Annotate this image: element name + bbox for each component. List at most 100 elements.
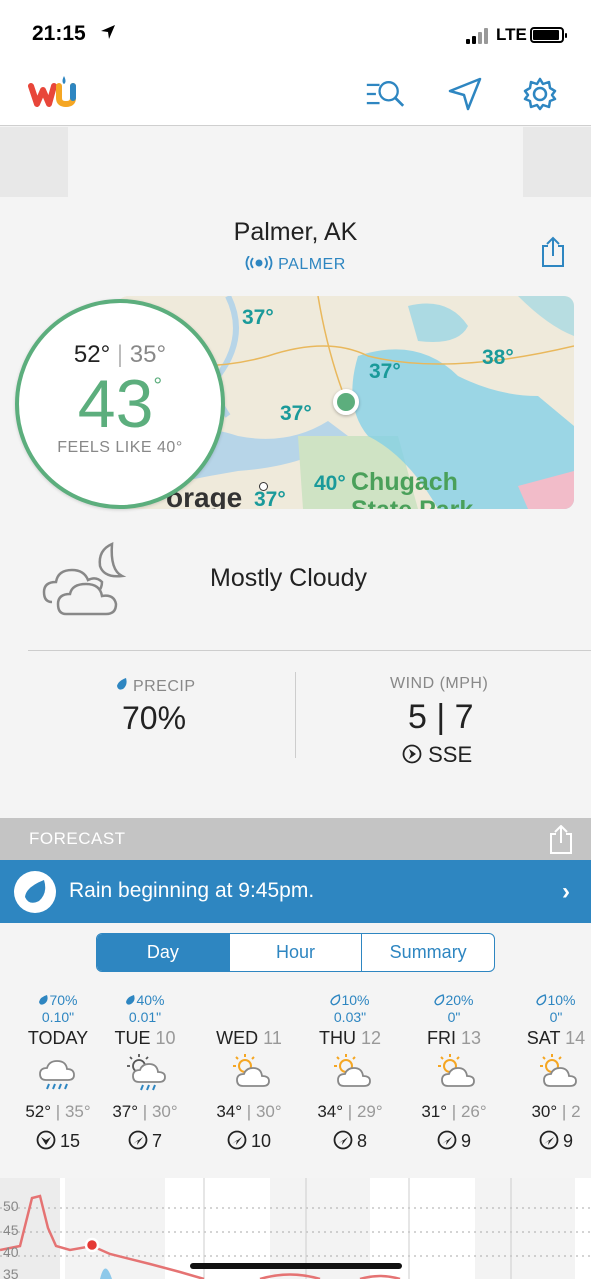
day-forecast-sat[interactable]: 10% 0" SAT 14 30° | 2 9 (506, 992, 591, 1156)
day-forecast-fri[interactable]: 20% 0" FRI 13 31° | 26° 9 (404, 992, 504, 1156)
graph-axis-label: 40 (3, 1244, 19, 1260)
day-high-low: 34° | 30° (216, 1102, 282, 1121)
precip-drop-icon (39, 995, 49, 1005)
graph-axis-label: 35 (3, 1266, 19, 1279)
day-name: FRI 13 (426, 1028, 482, 1048)
wind-label: WIND (MPH) (390, 675, 489, 692)
map-place-label: State Park (351, 496, 473, 509)
map-temp-label: 37° (242, 306, 274, 329)
gear-icon[interactable] (520, 76, 560, 112)
graph-axis-label: 45 (3, 1222, 19, 1238)
forecast-header: FORECAST (0, 818, 591, 860)
location-marker (333, 389, 359, 415)
status-bar: 21:15 LTE (0, 0, 591, 64)
day-name: TUE 10 (114, 1028, 176, 1048)
tab-day[interactable]: Day (97, 934, 230, 971)
day-precip-chance (199, 992, 299, 1009)
map-temp-label: 40° (314, 472, 346, 495)
day-name: THU 12 (318, 1028, 382, 1048)
home-indicator[interactable] (190, 1263, 402, 1269)
precip-label: PRECIP (116, 677, 196, 696)
location-arrow-icon[interactable] (445, 76, 485, 112)
partly-sunny-icon (300, 1052, 400, 1096)
map-place-label: Chugach (351, 468, 458, 496)
forecast-view-tabs: Day Hour Summary (96, 933, 495, 972)
app-header (0, 64, 591, 126)
partly-sunny-icon (199, 1052, 299, 1096)
map-temp-label: 37° (254, 488, 286, 509)
map-temp-label: 38° (482, 346, 514, 369)
day-precip-chance: 70% (8, 992, 108, 1009)
day-precip-amount: 0.10" (41, 1009, 75, 1025)
graph-axis-label: 50 (3, 1198, 19, 1214)
feels-like: FEELS LIKE 40° (57, 439, 183, 456)
network-type: LTE (496, 25, 527, 44)
day-wind: 7 (95, 1130, 195, 1156)
wind-value: 5 | 7 (408, 698, 474, 736)
location-name[interactable]: Palmer, AK (0, 218, 591, 247)
day-wind: 9 (506, 1130, 591, 1156)
rain-cloud-icon (8, 1052, 108, 1096)
ad-banner (0, 127, 591, 197)
day-wind: 10 (199, 1130, 299, 1156)
precip-drop-outline-icon (536, 994, 547, 1006)
wind-direction-icon (36, 1130, 56, 1150)
status-time: 21:15 (32, 22, 86, 45)
cloud-moon-icon (42, 542, 127, 616)
station-name: PALMER (278, 256, 346, 273)
day-forecast-thu[interactable]: 10% 0.03" THU 12 34° | 29° 8 (300, 992, 400, 1156)
wind-direction-icon (437, 1130, 457, 1150)
city-dot (259, 482, 268, 491)
precip-drop-outline-icon (330, 994, 341, 1006)
day-precip-chance: 10% (300, 992, 400, 1009)
day-precip-chance: 10% (506, 992, 591, 1009)
day-precip-amount (199, 1009, 299, 1028)
tab-hour[interactable]: Hour (230, 934, 363, 971)
day-high-low: 37° | 30° (112, 1102, 178, 1121)
map-temp-label: 37° (369, 360, 401, 383)
tab-summary[interactable]: Summary (362, 934, 494, 971)
wind-direction-icon (128, 1130, 148, 1150)
wind-direction-icon (539, 1130, 559, 1150)
map-temp-label: 37° (280, 402, 312, 425)
day-high-low: 52° | 35° (25, 1102, 91, 1121)
partly-sunny-icon (404, 1052, 504, 1096)
share-icon[interactable] (549, 825, 573, 855)
wu-logo[interactable] (28, 74, 80, 118)
day-forecast-wed[interactable]: WED 11 34° | 30° 10 (199, 992, 299, 1156)
day-precip-chance: 40% (95, 992, 195, 1009)
day-precip-amount: 0" (549, 1009, 563, 1025)
low-temp: 35° (129, 341, 167, 368)
day-precip-amount: 0.03" (333, 1009, 367, 1025)
condition-text: Mostly Cloudy (210, 564, 367, 592)
day-wind: 9 (404, 1130, 504, 1156)
day-name: WED 11 (216, 1028, 282, 1048)
forecast-title: FORECAST (29, 829, 126, 848)
rain-alert-banner[interactable]: Rain beginning at 9:45pm. › (0, 860, 591, 923)
partly-sunny-icon (506, 1052, 591, 1096)
rain-alert-text: Rain beginning at 9:45pm. (69, 879, 315, 902)
station-broadcast-icon (245, 255, 273, 271)
divider (295, 672, 296, 758)
chevron-right-icon: › (562, 878, 570, 905)
day-precip-amount: 0" (447, 1009, 461, 1025)
station-link[interactable]: PALMER (0, 255, 591, 274)
day-forecast-today[interactable]: 70% 0.10" TODAY 52° | 35° 15 (8, 992, 108, 1156)
share-icon[interactable] (540, 236, 566, 268)
battery-icon (530, 27, 567, 43)
day-precip-chance: 20% (404, 992, 504, 1009)
precip-drop-icon (126, 995, 136, 1005)
day-high-low: 31° | 26° (421, 1102, 487, 1121)
location-services-icon (101, 25, 115, 39)
wind-direction: SSE (402, 742, 472, 768)
day-wind: 8 (300, 1130, 400, 1156)
day-forecast-tue[interactable]: 40% 0.01" TUE 10 37° | 30° 7 (95, 992, 195, 1156)
day-name: TODAY (27, 1028, 89, 1048)
day-wind: 15 (8, 1130, 108, 1156)
current-temp-circle[interactable]: 52° | 35° 43° FEELS LIKE 40° (15, 299, 225, 509)
precip-drop-icon (117, 678, 127, 690)
wind-direction-icon (227, 1130, 247, 1150)
high-temp: 52° (73, 341, 111, 368)
search-list-icon[interactable] (365, 76, 405, 112)
day-high-low: 34° | 29° (317, 1102, 383, 1121)
